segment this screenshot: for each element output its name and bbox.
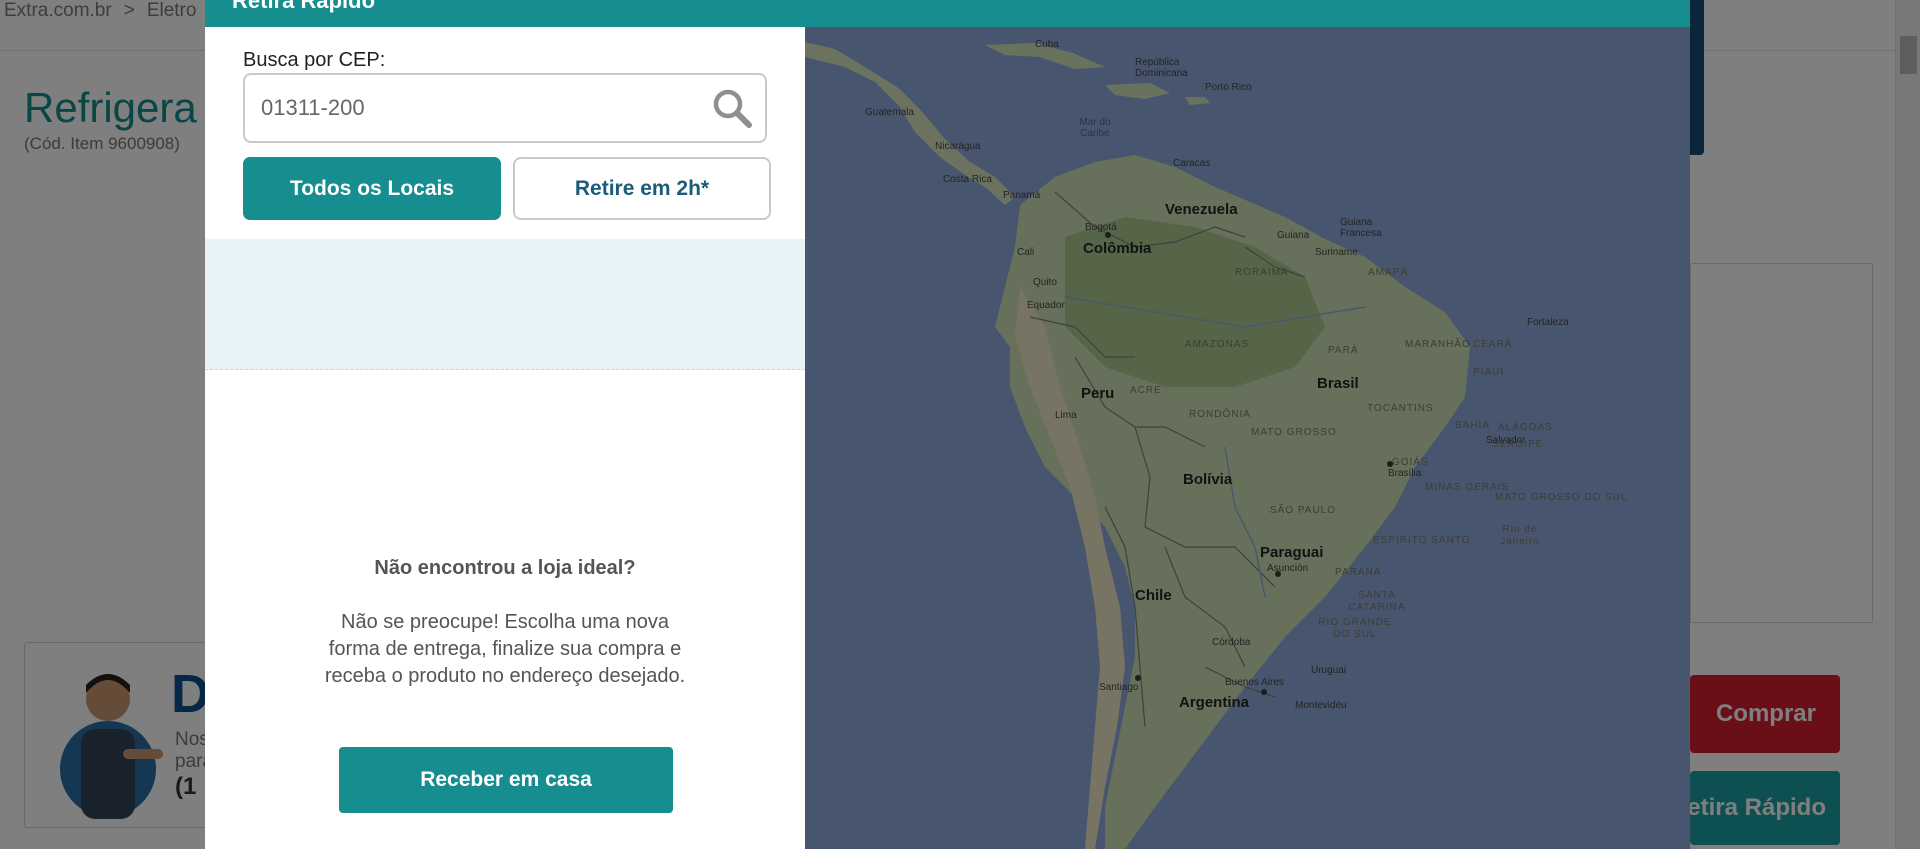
- search-icon[interactable]: [711, 87, 753, 129]
- pickup-2h-button[interactable]: Retire em 2h*: [513, 157, 771, 220]
- modal-title: Retira Rápido: [232, 0, 376, 13]
- all-locations-button[interactable]: Todos os Locais: [243, 157, 501, 220]
- home-delivery-button[interactable]: Receber em casa: [339, 747, 673, 813]
- store-list-area: [205, 239, 805, 370]
- cep-field[interactable]: [243, 73, 767, 143]
- close-icon[interactable]: [1624, 0, 1660, 6]
- notfound-title: Não encontrou a loja ideal?: [374, 557, 636, 579]
- cep-label: Busca por CEP:: [243, 49, 386, 71]
- store-search-panel: Busca por CEP: Todos os Locais Retire em…: [205, 27, 805, 849]
- modal-header: Retira Rápido: [205, 0, 1690, 27]
- cep-input[interactable]: [261, 75, 701, 141]
- store-map[interactable]: Cuba República Dominicana Porto Rico Gua…: [805, 27, 1690, 849]
- notfound-text: Não se preocupe! Escolha uma nova forma …: [324, 611, 686, 687]
- store-pickup-modal: Retira Rápido Busca por CEP: Todos os Lo…: [205, 0, 1690, 849]
- map-dimmer: [805, 27, 1690, 849]
